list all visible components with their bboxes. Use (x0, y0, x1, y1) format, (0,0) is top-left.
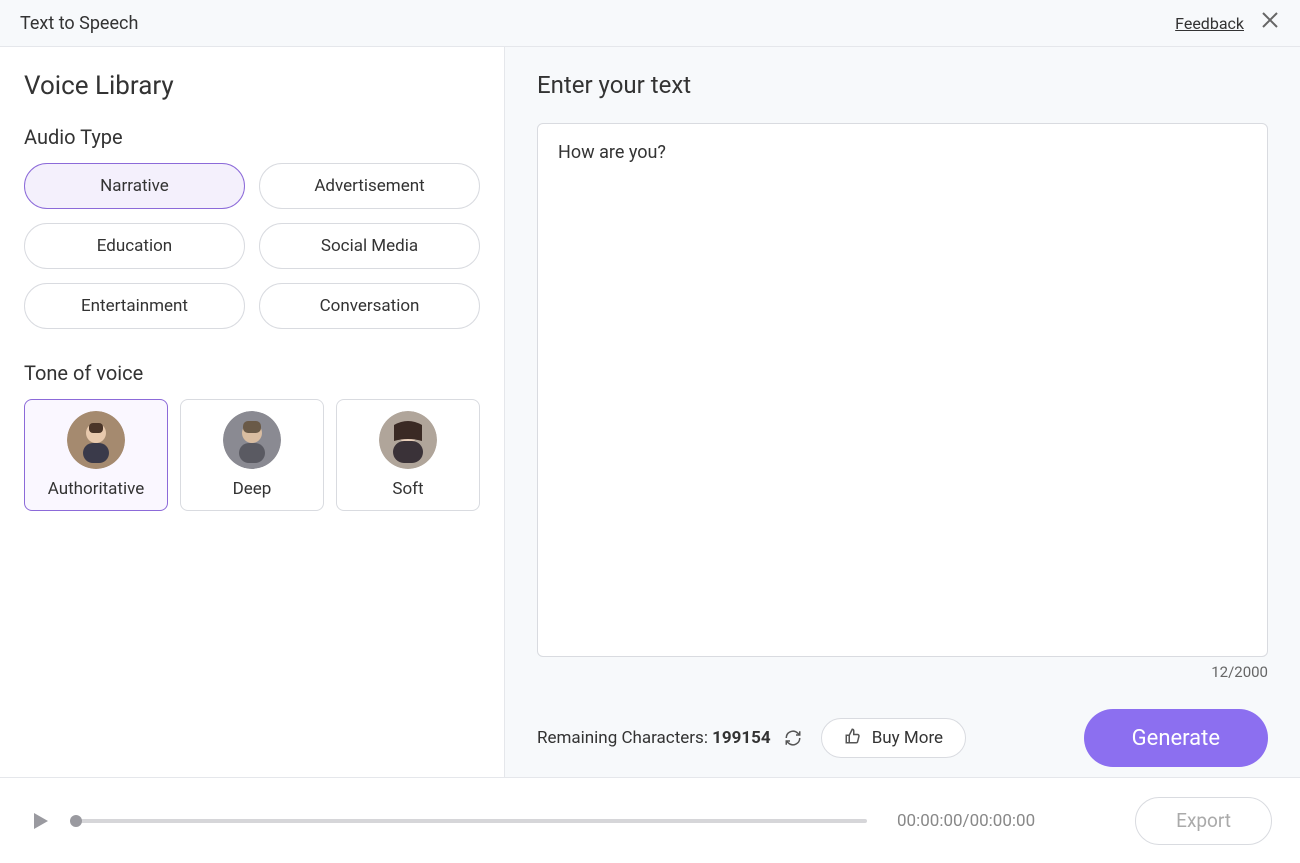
audio-type-entertainment[interactable]: Entertainment (24, 283, 245, 329)
audio-type-social-media[interactable]: Social Media (259, 223, 480, 269)
progress-bar[interactable] (76, 819, 867, 823)
feedback-link[interactable]: Feedback (1175, 14, 1244, 33)
audio-type-narrative[interactable]: Narrative (24, 163, 245, 209)
audio-type-label: Audio Type (24, 125, 480, 149)
enter-text-label: Enter your text (537, 71, 1268, 99)
audio-type-conversation[interactable]: Conversation (259, 283, 480, 329)
progress-handle[interactable] (70, 815, 82, 827)
tone-deep[interactable]: Deep (180, 399, 324, 511)
audio-player: 00:00:00/00:00:00 Export (0, 777, 1300, 863)
close-icon[interactable] (1260, 10, 1280, 36)
generate-button[interactable]: Generate (1084, 709, 1268, 767)
avatar-deep (223, 411, 281, 469)
tone-of-voice-label: Tone of voice (24, 361, 480, 385)
audio-type-education[interactable]: Education (24, 223, 245, 269)
thumbs-up-icon (844, 727, 862, 750)
audio-type-advertisement[interactable]: Advertisement (259, 163, 480, 209)
refresh-icon[interactable] (783, 728, 803, 748)
app-title: Text to Speech (20, 13, 138, 34)
tone-label: Soft (392, 479, 423, 499)
content-area: Enter your text 12/2000 Remaining Charac… (505, 47, 1300, 777)
buy-more-button[interactable]: Buy More (821, 718, 966, 758)
tone-soft[interactable]: Soft (336, 399, 480, 511)
header: Text to Speech Feedback (0, 0, 1300, 47)
voice-library-title: Voice Library (24, 71, 480, 101)
avatar-soft (379, 411, 437, 469)
tone-label: Deep (233, 479, 272, 499)
tone-authoritative[interactable]: Authoritative (24, 399, 168, 511)
export-button[interactable]: Export (1135, 797, 1272, 845)
char-counter: 12/2000 (1211, 663, 1268, 681)
text-input[interactable] (537, 123, 1268, 657)
play-icon[interactable] (28, 807, 56, 835)
remaining-chars-label: Remaining Characters: 199154 (537, 728, 771, 748)
sidebar: Voice Library Audio Type Narrative Adver… (0, 47, 505, 777)
remaining-chars-value: 199154 (712, 728, 771, 748)
tone-label: Authoritative (48, 479, 145, 499)
time-display: 00:00:00/00:00:00 (897, 811, 1035, 831)
avatar-authoritative (67, 411, 125, 469)
